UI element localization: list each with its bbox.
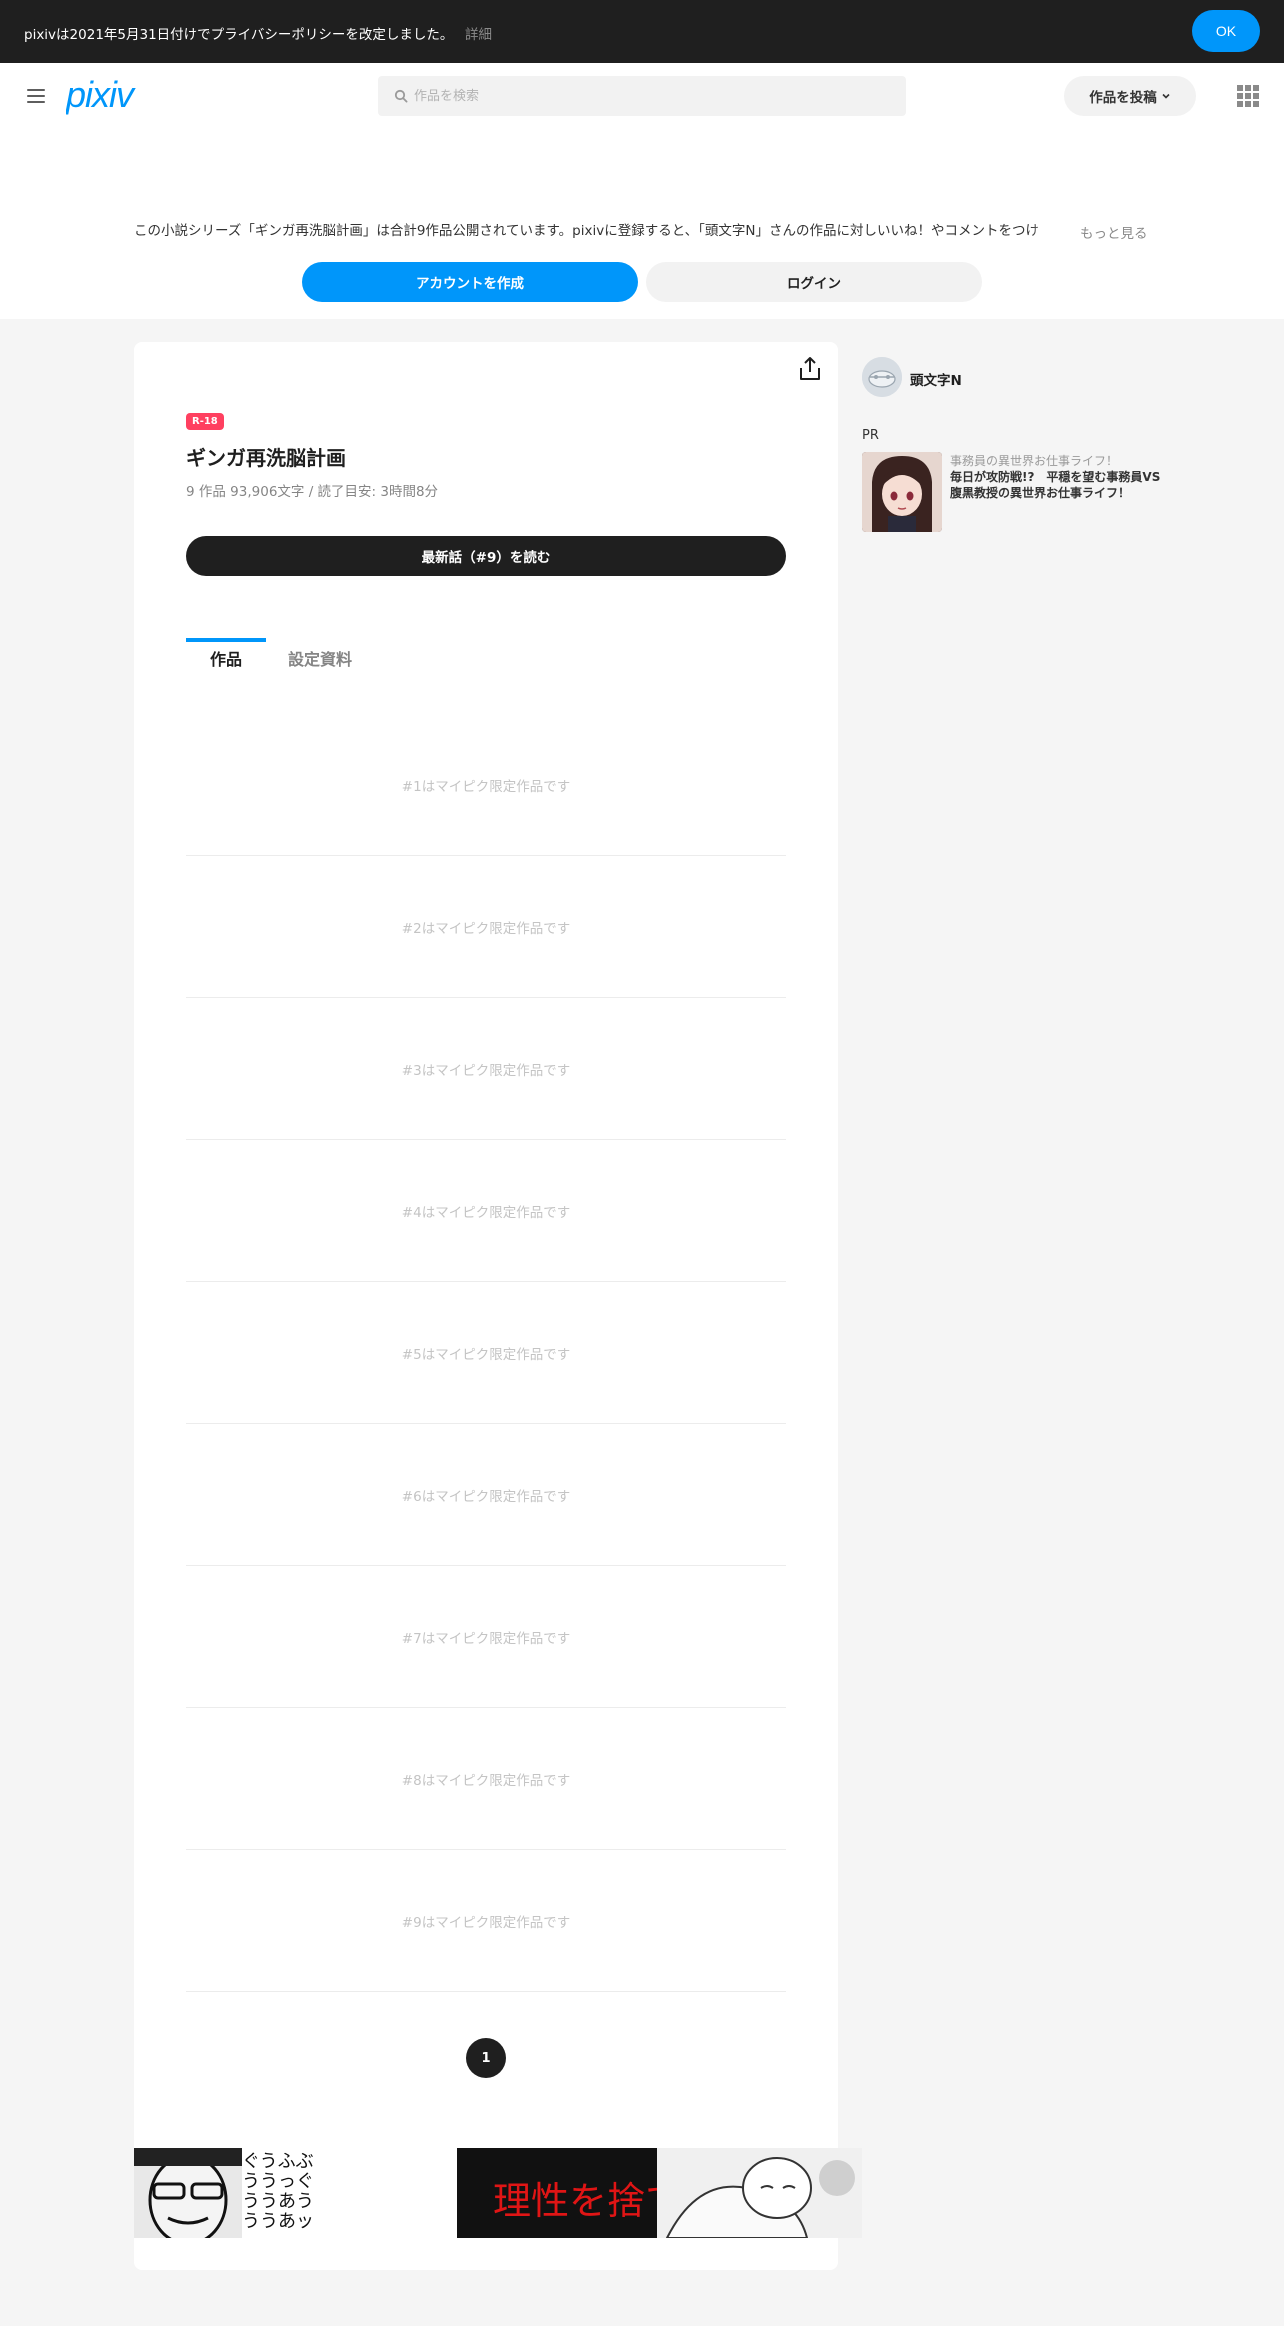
- ad-banner[interactable]: ぐうふぶ ううっぐ ううあう ううあッ 理性を捨てて―: [134, 2148, 862, 2238]
- r18-badge: R-18: [186, 413, 224, 430]
- svg-text:pixiv: pixiv: [66, 77, 136, 115]
- tab-settings-material[interactable]: 設定資料: [282, 638, 358, 678]
- ad-kana-line: ううあッ: [242, 2211, 314, 2232]
- site-header: pixiv 作品を投稿 この小説シリーズ「ギンガ再洗脳計画」は合計9作品公開され…: [0, 63, 1284, 319]
- work-list: #1はマイピク限定作品です #2はマイピク限定作品です #3はマイピク限定作品で…: [186, 714, 786, 1992]
- work-restricted-text: #6はマイピク限定作品です: [401, 1489, 571, 1505]
- list-item: #3はマイピク限定作品です: [186, 998, 786, 1140]
- grid-icon[interactable]: [1237, 85, 1259, 107]
- notice-text: pixivは2021年5月31日付けでプライバシーポリシーを改定しました。: [24, 27, 454, 43]
- work-restricted-text: #7はマイピク限定作品です: [401, 1631, 571, 1647]
- list-item: #5はマイピク限定作品です: [186, 1282, 786, 1424]
- hamburger-icon[interactable]: [27, 89, 45, 103]
- chevron-down-icon: [1162, 93, 1170, 99]
- pr-subtitle: 事務員の異世界お仕事ライフ！: [950, 454, 1119, 468]
- list-item: #7はマイピク限定作品です: [186, 1566, 786, 1708]
- share-icon[interactable]: [798, 356, 822, 382]
- ad-manga-illustration-right: [657, 2148, 862, 2238]
- login-button[interactable]: ログイン: [646, 262, 982, 302]
- ad-kana-line: ううあう: [242, 2191, 314, 2212]
- tab-works[interactable]: 作品: [186, 638, 266, 678]
- post-work-button[interactable]: 作品を投稿: [1064, 76, 1196, 116]
- series-title: ギンガ再洗脳計画: [186, 446, 346, 470]
- list-item: #1はマイピク限定作品です: [186, 714, 786, 856]
- post-work-label: 作品を投稿: [1089, 90, 1157, 106]
- privacy-notice-bar: pixivは2021年5月31日付けでプライバシーポリシーを改定しました。 詳細…: [0, 0, 1284, 63]
- notice-ok-button[interactable]: OK: [1192, 10, 1260, 52]
- search-box[interactable]: [378, 76, 906, 116]
- work-restricted-text: #4はマイピク限定作品です: [401, 1205, 571, 1221]
- series-card: R-18 ギンガ再洗脳計画 9 作品 93,906文字 / 読了目安: 3時間8…: [134, 342, 838, 2270]
- avatar: [862, 357, 902, 397]
- search-input[interactable]: [414, 76, 894, 116]
- list-item: #8はマイピク限定作品です: [186, 1708, 786, 1850]
- work-restricted-text: #3はマイピク限定作品です: [401, 1063, 571, 1079]
- create-account-button[interactable]: アカウントを作成: [302, 262, 638, 302]
- search-icon: [394, 89, 408, 103]
- work-restricted-text: #1はマイピク限定作品です: [401, 779, 571, 795]
- work-restricted-text: #8はマイピク限定作品です: [401, 1773, 571, 1789]
- list-item: #4はマイピク限定作品です: [186, 1140, 786, 1282]
- list-item: #9はマイピク限定作品です: [186, 1850, 786, 1992]
- more-link[interactable]: もっと見る: [1080, 222, 1148, 242]
- pixiv-logo[interactable]: pixiv: [66, 77, 152, 117]
- ad-kana-line: ぐうふぶ: [242, 2151, 314, 2172]
- author-name: 頭文字N: [910, 373, 962, 389]
- pr-thumbnail: [862, 452, 942, 532]
- pr-ad-item[interactable]: 事務員の異世界お仕事ライフ！ 毎日が攻防戦!? 平穏を望む事務員VS腹黒教授の異…: [862, 452, 1162, 532]
- series-meta: 9 作品 93,906文字 / 読了目安: 3時間8分: [186, 484, 439, 500]
- work-restricted-text: #5はマイピク限定作品です: [401, 1347, 571, 1363]
- promo-fade: [1030, 213, 1070, 243]
- page-1-button[interactable]: 1: [466, 2038, 506, 2078]
- pr-title: 毎日が攻防戦!? 平穏を望む事務員VS腹黒教授の異世界お仕事ライフ！: [950, 470, 1161, 500]
- ad-kana-panel: ぐうふぶ ううっぐ ううあう ううあッ: [242, 2148, 457, 2238]
- read-latest-button[interactable]: 最新話（#9）を読む: [186, 536, 786, 576]
- ad-kana-line: ううっぐ: [242, 2171, 314, 2192]
- work-restricted-text: #9はマイピク限定作品です: [401, 1915, 571, 1931]
- pr-label: PR: [862, 428, 879, 443]
- list-item: #2はマイピク限定作品です: [186, 856, 786, 998]
- signup-promo-text: この小説シリーズ「ギンガ再洗脳計画」は合計9作品公開されています。pixivに登…: [134, 223, 1040, 239]
- work-restricted-text: #2はマイピク限定作品です: [401, 921, 571, 937]
- ad-manga-face-left: [134, 2148, 242, 2238]
- list-item: #6はマイピク限定作品です: [186, 1424, 786, 1566]
- notice-details-link[interactable]: 詳細: [465, 23, 492, 43]
